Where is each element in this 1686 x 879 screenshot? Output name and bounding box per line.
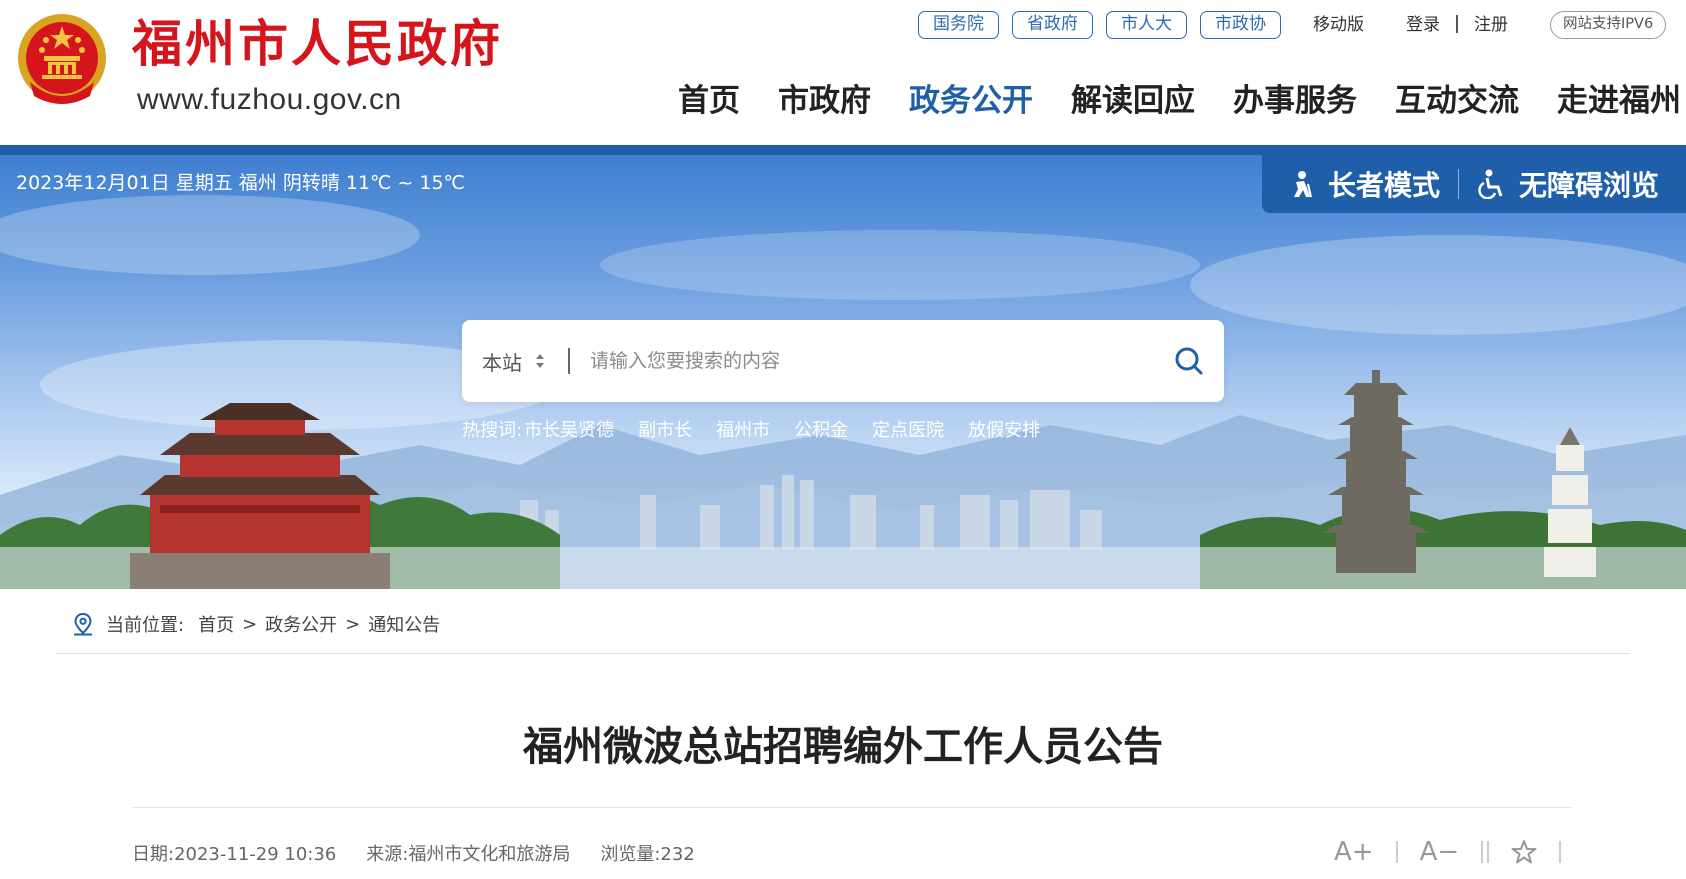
star-favorite-icon[interactable] <box>1511 839 1537 865</box>
nav-interaction[interactable]: 互动交流 <box>1395 78 1519 124</box>
elder-person-icon <box>1294 171 1312 198</box>
search-scope-select[interactable]: 本站 <box>482 347 546 376</box>
mobile-version-link[interactable]: 移动版 <box>1313 11 1364 39</box>
hot-word-designated-hospital[interactable]: 定点医院 <box>872 417 944 445</box>
mode-divider <box>1458 169 1460 199</box>
search-scope-label: 本站 <box>482 350 522 375</box>
hot-word-holiday[interactable]: 放假安排 <box>968 417 1040 445</box>
accessibility-toolbar: 长者模式 无障碍浏览 <box>1262 155 1686 213</box>
wheelchair-icon <box>1478 169 1503 199</box>
article-date: 日期:2023-11-29 10:36 <box>132 844 337 865</box>
hot-search-words: 热搜词: 市长吴贤德 副市长 福州市 公积金 定点医院 放假安排 <box>462 417 1064 445</box>
ipv6-badge: 网站支持IPV6 <box>1550 11 1667 39</box>
breadcrumb-notices[interactable]: 通知公告 <box>368 611 440 637</box>
sort-arrows-icon <box>536 354 544 368</box>
site-url[interactable]: www.fuzhou.gov.cn <box>137 82 402 118</box>
elder-mode-button[interactable]: 长者模式 <box>1288 164 1440 204</box>
accessible-browse-button[interactable]: 无障碍浏览 <box>1477 164 1659 204</box>
register-link[interactable]: 注册 <box>1474 11 1508 39</box>
accessible-browse-label: 无障碍浏览 <box>1519 169 1660 202</box>
hot-word-housing-fund[interactable]: 公积金 <box>794 417 848 445</box>
elder-mode-label: 长者模式 <box>1328 169 1441 202</box>
article-title: 福州微波总站招聘编外工作人员公告 <box>523 724 1163 770</box>
search-box: 本站 <box>462 320 1224 402</box>
nav-home[interactable]: 首页 <box>678 78 740 124</box>
article-source: 来源:福州市文化和旅游局 <box>366 844 571 865</box>
tool-divider <box>1487 841 1490 863</box>
breadcrumb-government-affairs[interactable]: 政务公开 <box>265 611 337 637</box>
link-shirenda[interactable]: 市人大 <box>1106 11 1187 39</box>
search-divider <box>568 348 570 374</box>
font-decrease-button[interactable]: A− <box>1420 837 1460 867</box>
nav-government-affairs[interactable]: 政务公开 <box>909 78 1033 124</box>
article-tools: A+ A− <box>1334 837 1583 867</box>
hot-word-vice-mayor[interactable]: 副市长 <box>638 417 692 445</box>
header-divider <box>0 145 1686 155</box>
nav-city-government[interactable]: 市政府 <box>778 78 871 124</box>
breadcrumb: 当前位置: 首页 > 政务公开 > 通知公告 <box>72 611 440 637</box>
nav-services[interactable]: 办事服务 <box>1233 78 1357 124</box>
location-pin-icon <box>74 612 92 636</box>
date-weather: 2023年12月01日 星期五 福州 阴转晴 11℃ ~ 15℃ <box>16 172 465 194</box>
article-meta: 日期:2023-11-29 10:36 来源:福州市文化和旅游局 浏览量:232 <box>132 841 725 869</box>
login-register-divider <box>1456 15 1458 33</box>
login-link[interactable]: 登录 <box>1406 11 1440 39</box>
article-card: 当前位置: 首页 > 政务公开 > 通知公告 福州微波总站招聘编外工作人员公告 … <box>16 589 1670 879</box>
breadcrumb-separator: > <box>242 613 258 635</box>
site-name[interactable]: 福州市人民政府 <box>132 14 503 74</box>
breadcrumb-divider <box>56 653 1630 654</box>
font-increase-button[interactable]: A+ <box>1334 837 1374 867</box>
hot-word-fuzhou[interactable]: 福州市 <box>716 417 770 445</box>
article-views: 浏览量:232 <box>600 844 695 865</box>
tool-divider <box>1395 841 1398 863</box>
top-links: 国务院 省政府 市人大 市政协 <box>918 11 1294 39</box>
main-nav: 首页 市政府 政务公开 解读回应 办事服务 互动交流 走进福州 <box>678 78 1681 124</box>
breadcrumb-label: 当前位置: <box>106 615 185 636</box>
national-emblem-icon[interactable] <box>16 12 108 110</box>
tool-divider <box>1481 841 1484 863</box>
hot-word-mayor[interactable]: 市长吴贤德 <box>524 417 614 445</box>
breadcrumb-home[interactable]: 首页 <box>198 611 234 637</box>
site-header: 福州市人民政府 www.fuzhou.gov.cn 国务院 省政府 市人大 市政… <box>0 0 1686 145</box>
title-divider <box>132 807 1572 808</box>
link-guowuyuan[interactable]: 国务院 <box>918 11 999 39</box>
nav-interpretation[interactable]: 解读回应 <box>1071 78 1195 124</box>
breadcrumb-separator: > <box>345 613 361 635</box>
hot-search-label: 热搜词: <box>462 420 523 441</box>
search-icon[interactable] <box>1172 344 1206 378</box>
hero-banner: 2023年12月01日 星期五 福州 阴转晴 11℃ ~ 15℃ 长者模式 无障… <box>0 155 1686 589</box>
link-shengzhengfu[interactable]: 省政府 <box>1012 11 1093 39</box>
tool-divider <box>1559 841 1562 863</box>
nav-about-fuzhou[interactable]: 走进福州 <box>1557 78 1681 124</box>
link-shizhengxie[interactable]: 市政协 <box>1200 11 1281 39</box>
search-input[interactable] <box>590 350 1150 372</box>
